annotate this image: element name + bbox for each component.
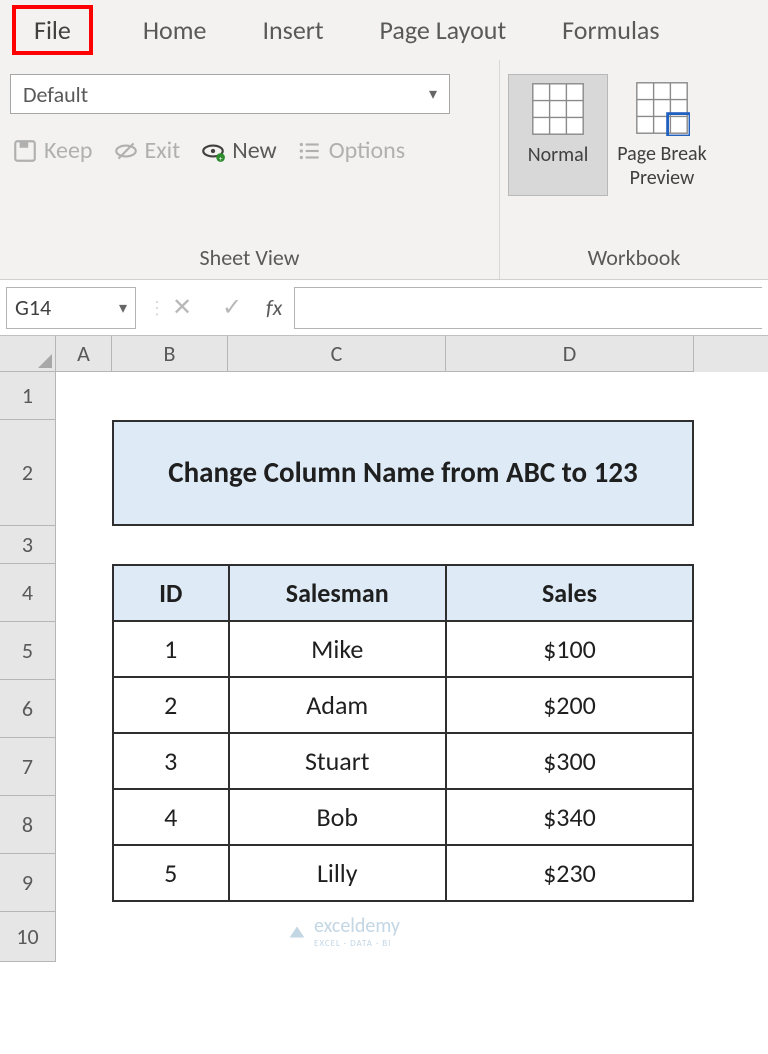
row-header-4[interactable]: 4 [0,564,56,622]
select-all-corner[interactable] [0,336,56,372]
tab-file[interactable]: File [12,5,93,55]
cell-id[interactable]: 3 [113,733,229,789]
save-icon [12,138,38,164]
cell-id[interactable]: 4 [113,789,229,845]
ribbon-body: Default ▾ Keep Exit + New Options Sheet … [0,60,768,280]
spreadsheet-grid: A B C D 1 2 3 4 5 6 7 8 9 10 Change Colu… [0,336,768,962]
row-header-2[interactable]: 2 [0,420,56,526]
cell-salesman[interactable]: Bob [229,789,446,845]
tab-formulas[interactable]: Formulas [556,6,665,54]
formula-input[interactable] [294,287,762,329]
row-header-6[interactable]: 6 [0,680,56,738]
table-header-row: ID Salesman Sales [113,565,693,621]
col-header-b[interactable]: B [112,336,228,372]
col-header-c[interactable]: C [228,336,446,372]
row-header-10[interactable]: 10 [0,912,56,962]
formula-bar: G14 ▾ ⋮ ✕ ✓ fx [0,280,768,336]
group-sheet-view: Default ▾ Keep Exit + New Options Sheet … [0,60,500,279]
sheetview-dropdown[interactable]: Default ▾ [10,74,450,114]
new-button[interactable]: + New [198,132,278,169]
svg-text:+: + [219,154,223,163]
name-box-value: G14 [15,294,51,321]
keep-button: Keep [10,132,95,169]
row-header-9[interactable]: 9 [0,854,56,912]
eye-new-icon: + [200,138,226,164]
name-box[interactable]: G14 ▾ [6,287,136,329]
watermark-tagline: EXCEL · DATA · BI [314,938,400,949]
cell-area[interactable]: Change Column Name from ABC to 123 ID Sa… [56,372,768,962]
column-headers: A B C D [0,336,768,372]
tab-insert[interactable]: Insert [256,6,329,54]
normal-view-button[interactable]: Normal [508,74,608,196]
cell-salesman[interactable]: Mike [229,621,446,677]
exit-button: Exit [111,132,183,169]
table-row: 5 Lilly $230 [113,845,693,901]
watermark-brand: exceldemy [314,914,400,938]
watermark: exceldemy EXCEL · DATA · BI [286,914,400,949]
cell-sales[interactable]: $300 [446,733,693,789]
row-header-8[interactable]: 8 [0,796,56,854]
cell-salesman[interactable]: Adam [229,677,446,733]
table-row: 3 Stuart $300 [113,733,693,789]
row-header-7[interactable]: 7 [0,738,56,796]
table-row: 1 Mike $100 [113,621,693,677]
group-label-workbook: Workbook [500,244,768,279]
table-row: 2 Adam $200 [113,677,693,733]
eye-exit-icon [113,138,139,164]
cell-id[interactable]: 1 [113,621,229,677]
group-workbook-views: Normal Page Break Preview Workbook [500,60,768,279]
page-break-preview-button[interactable]: Page Break Preview [612,74,712,196]
col-header-d[interactable]: D [446,336,694,372]
page-break-icon [634,80,690,136]
exceldemy-logo-icon [286,921,308,943]
row-header-5[interactable]: 5 [0,622,56,680]
table-row: 4 Bob $340 [113,789,693,845]
fx-icon[interactable]: fx [260,294,288,321]
cell-id[interactable]: 2 [113,677,229,733]
row-header-1[interactable]: 1 [0,372,56,420]
enter-formula-button: ✓ [210,287,254,329]
cell-salesman[interactable]: Stuart [229,733,446,789]
sheetview-selected: Default [23,81,88,108]
group-label-sheet-view: Sheet View [10,244,489,279]
chevron-down-icon: ▾ [119,298,127,318]
tab-home[interactable]: Home [137,6,213,54]
separator: ⋮ [142,297,154,319]
cell-sales[interactable]: $200 [446,677,693,733]
cancel-formula-button: ✕ [160,287,204,329]
ribbon-tabs: File Home Insert Page Layout Formulas [0,0,768,60]
normal-view-icon [530,81,586,137]
col-header-a[interactable]: A [56,336,112,372]
header-id[interactable]: ID [113,565,229,621]
header-salesman[interactable]: Salesman [229,565,446,621]
row-headers: 1 2 3 4 5 6 7 8 9 10 [0,372,56,962]
row-header-3[interactable]: 3 [0,526,56,564]
options-button: Options [295,132,407,169]
cell-sales[interactable]: $340 [446,789,693,845]
list-icon [297,138,323,164]
header-sales[interactable]: Sales [446,565,693,621]
cell-id[interactable]: 5 [113,845,229,901]
cell-salesman[interactable]: Lilly [229,845,446,901]
cell-sales[interactable]: $230 [446,845,693,901]
sheet-title-cell[interactable]: Change Column Name from ABC to 123 [112,420,694,526]
cell-sales[interactable]: $100 [446,621,693,677]
chevron-down-icon: ▾ [429,84,437,104]
tab-page-layout[interactable]: Page Layout [374,6,513,54]
data-table: ID Salesman Sales 1 Mike $100 2 Adam $20… [112,564,694,902]
